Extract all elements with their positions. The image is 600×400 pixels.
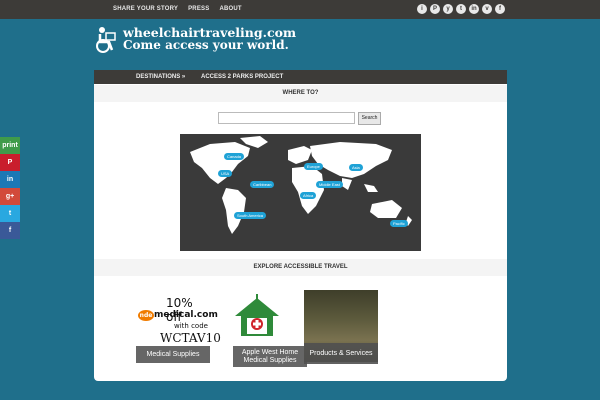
linkedin-share-icon[interactable]: in (0, 171, 20, 188)
map-pin-south-america[interactable]: South America (234, 212, 267, 219)
top-bar (0, 0, 600, 19)
map-pin-canada[interactable]: Canada (224, 153, 245, 160)
facebook-icon[interactable]: f (495, 4, 505, 14)
pinterest-icon[interactable]: P (430, 4, 440, 14)
nav-share-your-story[interactable]: SHARE YOUR STORY (113, 0, 178, 19)
nav-access-2-parks[interactable]: ACCESS 2 PARKS PROJECT (201, 70, 283, 84)
tile-label-apple-west: Apple West Home Medical Supplies (233, 346, 307, 367)
tile-label-medical-supplies: Medical Supplies (136, 346, 210, 363)
nav-press[interactable]: PRESS (188, 0, 209, 19)
tile-label-products-services: Products & Services (304, 343, 378, 364)
tile-medical-supplies[interactable]: 10% off nde medical.com with code WCTAV1… (130, 290, 221, 363)
map-pin-caribbean[interactable]: Caribbean (250, 181, 275, 188)
pinterest-share-icon[interactable]: P (0, 154, 20, 171)
linkedin-icon[interactable]: in (469, 4, 479, 14)
logo-text: wheelchairtraveling.com Come access your… (123, 26, 296, 52)
vimeo-icon[interactable]: v (482, 4, 492, 14)
map-pin-europe[interactable]: Europe (304, 163, 323, 170)
tile-apple-west[interactable]: Apple West Home Medical Supplies (227, 290, 307, 367)
apple-west-logo (233, 294, 281, 338)
site-logo[interactable]: wheelchairtraveling.com Come access your… (95, 22, 296, 56)
content-panel: WHERE TO? Search Canada USA Caribbean Eu… (94, 84, 507, 381)
nav-about[interactable]: ABOUT (219, 0, 241, 19)
logo-line-2: Come access your world. (123, 38, 289, 52)
map-pin-asia[interactable]: Asia (349, 164, 363, 171)
search-button[interactable]: Search (358, 112, 381, 125)
map-pin-africa[interactable]: Africa (300, 192, 317, 199)
where-to-heading: WHERE TO? (94, 85, 507, 102)
promo-brand: medical.com (154, 310, 218, 320)
social-links: i P y t in v f (417, 4, 505, 14)
instagram-icon[interactable]: i (417, 4, 427, 14)
map-pin-pacific[interactable]: Pacific (390, 220, 408, 227)
twitter-icon[interactable]: t (456, 4, 466, 14)
main-nav: DESTINATIONS » ACCESS 2 PARKS PROJECT (94, 70, 507, 84)
promo-with-code: with code (174, 322, 208, 330)
wheelchair-icon (95, 24, 121, 54)
top-nav: SHARE YOUR STORY PRESS ABOUT (113, 0, 252, 19)
print-icon[interactable]: print (0, 137, 20, 154)
tile-products-services[interactable]: Products & Services (298, 290, 378, 364)
map-pin-usa[interactable]: USA (218, 170, 233, 177)
nde-badge: nde (138, 310, 154, 321)
promo-code: WCTAV10 (160, 331, 221, 345)
facebook-share-icon[interactable]: f (0, 222, 20, 239)
explore-heading: EXPLORE ACCESSIBLE TRAVEL (94, 259, 507, 276)
youtube-icon[interactable]: y (443, 4, 453, 14)
twitter-share-icon[interactable]: t (0, 205, 20, 222)
search-input[interactable] (218, 112, 355, 124)
googleplus-share-icon[interactable]: g+ (0, 188, 20, 205)
nav-destinations[interactable]: DESTINATIONS » (136, 70, 185, 84)
world-map: Canada USA Caribbean Europe Asia Middle … (180, 134, 421, 251)
map-pin-middle-east[interactable]: Middle East (316, 181, 343, 188)
nde-promo-ad[interactable]: 10% off nde medical.com with code WCTAV1… (138, 296, 221, 345)
side-share-bar: print P in g+ t f (0, 137, 20, 239)
